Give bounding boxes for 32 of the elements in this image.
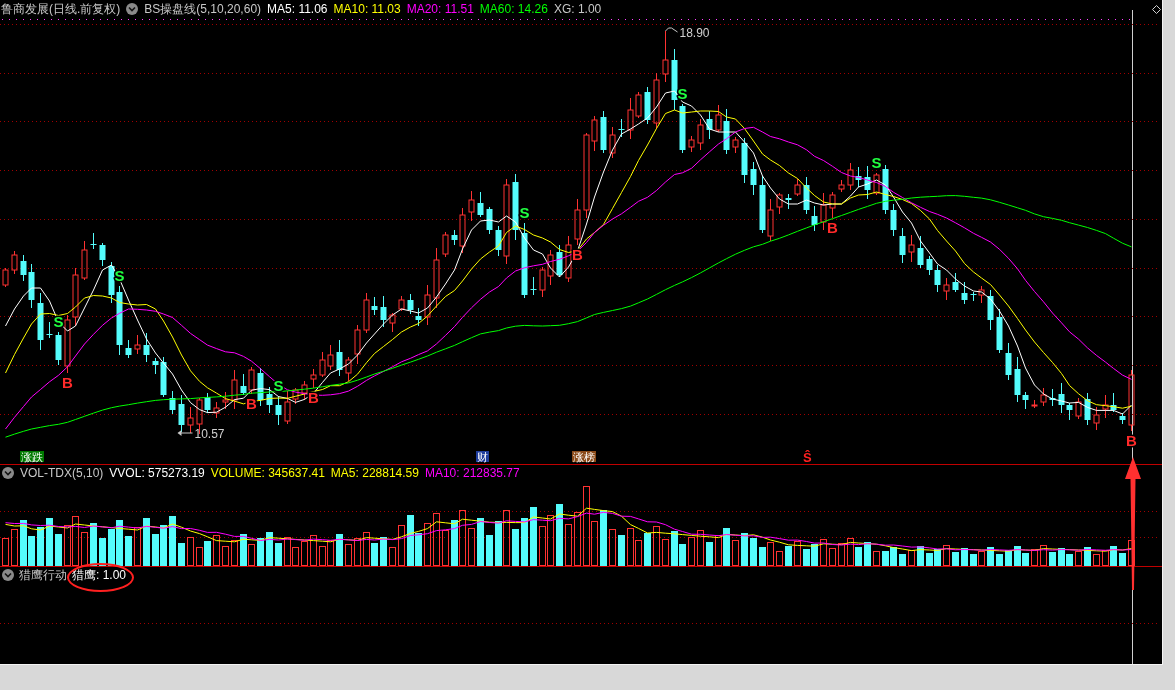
indicator-name: 猎鹰行动 — [19, 569, 67, 581]
indicator-value: MA5: 11.06 — [267, 3, 328, 15]
indicator-value: MA20: 11.51 — [406, 3, 474, 15]
indicator-value: MA5: 228814.59 — [330, 467, 419, 479]
price-arrow — [177, 430, 193, 436]
diamond-icon[interactable] — [1152, 4, 1161, 14]
buy-signal: B — [827, 219, 838, 236]
dropdown-icon[interactable] — [126, 3, 139, 15]
indicator-value: MA10: 212835.77 — [424, 467, 520, 479]
indicator-value: MA10: 11.03 — [333, 3, 401, 15]
sell-signal: S — [519, 204, 530, 221]
sell-signal: S — [871, 154, 882, 171]
indicator-value: VVOL: 575273.19 — [109, 467, 205, 479]
indicator-name: BS操盘线(5,10,20,60) — [144, 3, 262, 15]
buy-signal: B — [572, 246, 583, 263]
indicator-value: 猎鹰: 1.00 — [72, 569, 127, 581]
indicator-name: VOL-TDX(5,10) — [20, 467, 104, 479]
sell-signal: S — [53, 313, 64, 330]
buy-signal: B — [62, 374, 73, 391]
event-tag[interactable]: 财 — [476, 451, 489, 463]
indicator-value: XG: 1.00 — [553, 3, 602, 15]
price-label: 10.57 — [194, 427, 225, 441]
dropdown-icon[interactable] — [2, 467, 14, 479]
event-tag[interactable]: 涨榜 — [572, 451, 596, 463]
sell-signal: S — [677, 85, 688, 102]
dropdown-icon[interactable] — [2, 569, 14, 581]
price-label: 18.90 — [679, 26, 710, 40]
indicator-value: MA60: 14.26 — [479, 3, 548, 15]
event-tag[interactable]: 涨跌 — [20, 451, 44, 463]
indicator-value: VOLUME: 345637.41 — [210, 467, 325, 479]
chart-title: 鲁商发展(日线.前复权) — [1, 3, 121, 15]
event-mark[interactable]: Ŝ — [803, 450, 812, 465]
